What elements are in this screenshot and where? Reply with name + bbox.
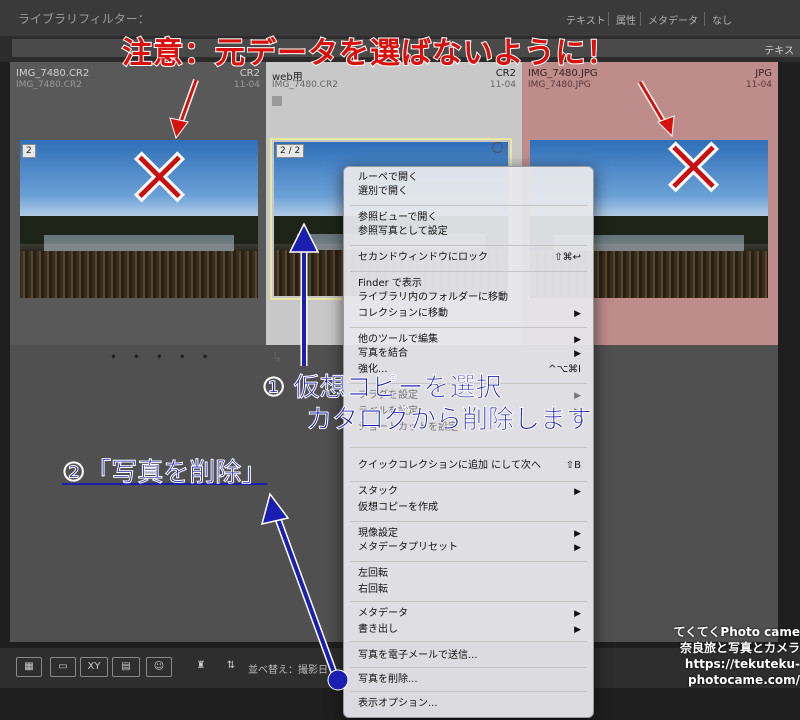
credit-watermark: てくてくPhoto came 奈良旅と写真とカメラ https://tekute… (588, 624, 800, 688)
credit-line: 奈良旅と写真とカメラ (679, 641, 800, 655)
credit-url: https://tekuteku-photocame.com/ (684, 657, 800, 687)
step2-arrow (272, 507, 338, 679)
step1-line1: ① 仮想コピーを選択 (261, 373, 502, 404)
click-point-marker (327, 669, 349, 691)
step2-annotation: ②「写真を削除」 (61, 458, 268, 489)
warning-annotation: 注意：元データを選ばないように！ (121, 35, 618, 72)
annotation-arrows (169, 78, 675, 691)
step1-line2: カタログから削除します (305, 405, 593, 436)
step2-arrow-head (260, 492, 290, 526)
step1-arrow-head (288, 222, 320, 253)
cross-mark-right: ✕ (658, 121, 728, 217)
warning-arrow-right (638, 81, 668, 127)
cross-mark-left: ✕ (124, 131, 194, 227)
credit-line: てくてくPhoto came (673, 625, 800, 639)
step1-annotation: ① 仮想コピーを選択 カタログから削除します (261, 372, 593, 436)
